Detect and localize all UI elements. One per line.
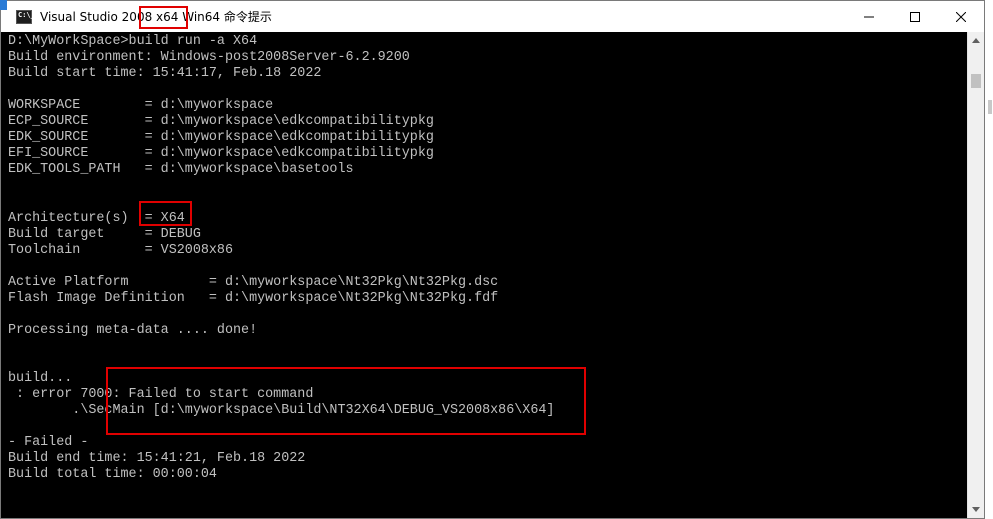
console-line: EDK_SOURCE = d:\myworkspace\edkcompatibi… — [8, 130, 434, 146]
vertical-scrollbar[interactable] — [967, 32, 984, 518]
console-line: Build end time: 15:41:21, Feb.18 2022 — [8, 451, 306, 467]
background-edge — [985, 0, 993, 519]
background-app-tab — [0, 0, 7, 10]
minimize-button[interactable] — [846, 1, 892, 32]
console-line: - Failed - — [8, 435, 89, 451]
maximize-button[interactable] — [892, 1, 938, 32]
scroll-thumb[interactable] — [971, 74, 981, 88]
maximize-icon — [910, 11, 920, 22]
scroll-down-button[interactable] — [968, 501, 984, 518]
title-bar[interactable]: C:\_ Visual Studio 2008 x64 Win64 命令提示 — [1, 1, 984, 32]
console-line: Build target = DEBUG — [8, 226, 201, 242]
console-line: Build environment: Windows-post2008Serve… — [8, 50, 410, 66]
console-window: C:\_ Visual Studio 2008 x64 Win64 命令提示 D… — [0, 0, 985, 519]
scroll-up-arrow-icon — [972, 38, 980, 43]
console-icon[interactable]: C:\_ — [16, 9, 35, 24]
console-line: build... — [8, 370, 73, 386]
close-icon — [956, 11, 966, 22]
console-line: D:\MyWorkSpace>build run -a X64 — [8, 34, 258, 49]
console-line: EFI_SOURCE = d:\myworkspace\edkcompatibi… — [8, 146, 434, 162]
console-line: ECP_SOURCE = d:\myworkspace\edkcompatibi… — [8, 114, 434, 130]
minimize-icon — [864, 16, 874, 17]
console-text: D:\MyWorkSpace>build run -a X64 Build en… — [1, 32, 967, 483]
console-line: Toolchain = VS2008x86 — [8, 242, 233, 258]
close-button[interactable] — [938, 1, 984, 32]
console-output[interactable]: D:\MyWorkSpace>build run -a X64 Build en… — [1, 32, 967, 518]
console-line: EDK_TOOLS_PATH = d:\myworkspace\basetool… — [8, 162, 354, 178]
console-line: Build start time: 15:41:17, Feb.18 2022 — [8, 66, 322, 82]
console-icon-text: C:\_ — [18, 10, 35, 19]
caption-buttons — [846, 1, 984, 32]
console-line: : error 7000: Failed to start command — [8, 387, 314, 403]
console-line: .\SecMain [d:\myworkspace\Build\NT32X64\… — [8, 403, 555, 419]
console-line: Active Platform = d:\myworkspace\Nt32Pkg… — [8, 274, 499, 290]
console-line: Architecture(s) = X64 — [8, 210, 185, 226]
scroll-down-arrow-icon — [972, 507, 980, 512]
scroll-up-button[interactable] — [968, 32, 984, 49]
console-line: Build total time: 00:00:04 — [8, 467, 217, 483]
console-line: Flash Image Definition = d:\myworkspace\… — [8, 290, 499, 306]
background-scroll-mark — [988, 100, 992, 114]
window-title: Visual Studio 2008 x64 Win64 命令提示 — [40, 10, 272, 24]
console-line: Processing meta-data .... done! — [8, 322, 258, 338]
console-line: WORKSPACE = d:\myworkspace — [8, 98, 274, 114]
